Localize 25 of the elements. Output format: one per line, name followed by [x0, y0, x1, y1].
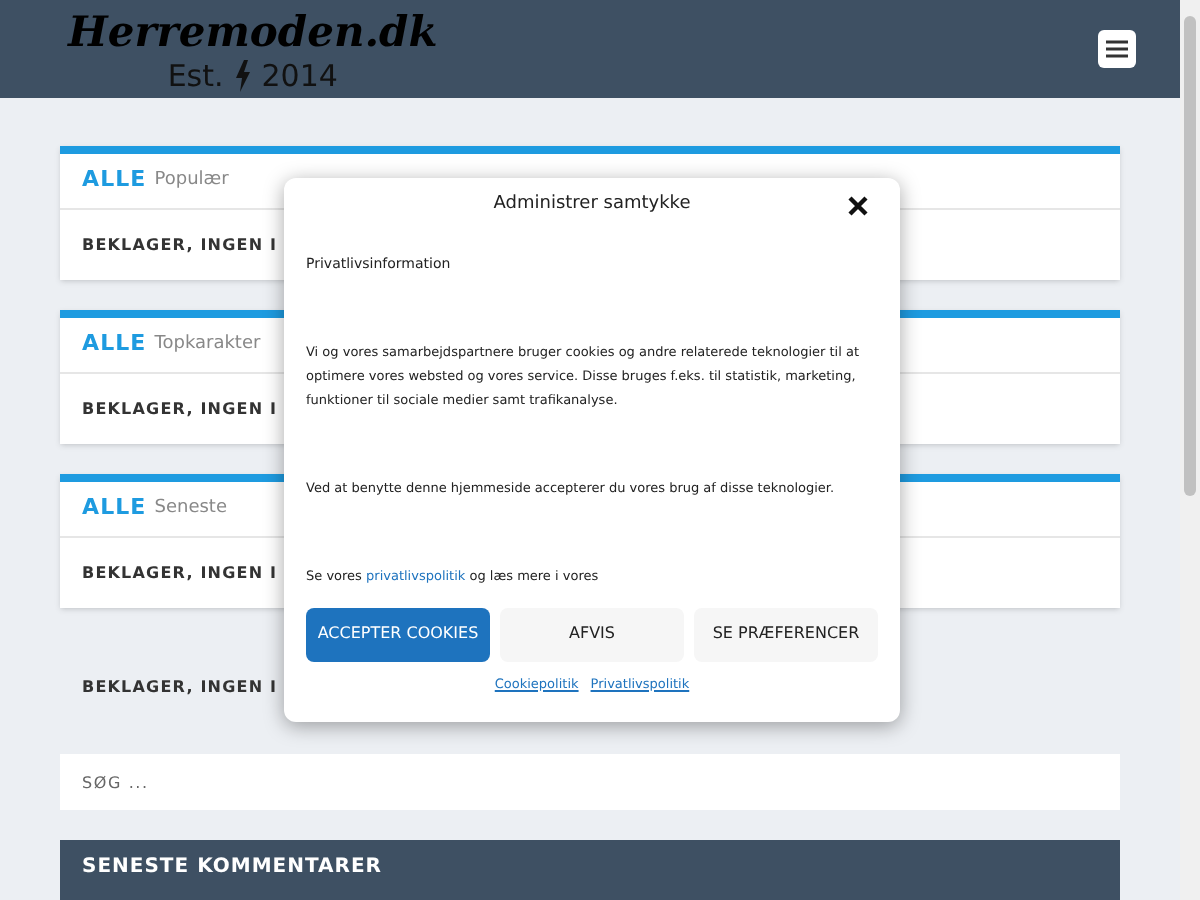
empty-message: BEKLAGER, INGEN I: [82, 233, 278, 257]
logo-year: 2014: [261, 57, 338, 93]
empty-message: BEKLAGER, INGEN I: [82, 561, 278, 585]
card-tag[interactable]: ALLE: [82, 328, 147, 362]
menu-button[interactable]: [1098, 30, 1136, 68]
search-field[interactable]: SØG ...: [60, 754, 1120, 810]
card-tag[interactable]: ALLE: [82, 492, 147, 526]
card-title: Seneste: [154, 495, 227, 522]
consent-button[interactable]: ACCEPTER COOKIES: [306, 607, 490, 661]
menu-icon: [1106, 40, 1128, 58]
logo-est: Est.: [167, 57, 224, 93]
logo-title: Herremoden.dk: [68, 5, 438, 57]
close-button[interactable]: [846, 194, 870, 218]
close-icon: [848, 196, 868, 216]
lightning-icon: [233, 59, 252, 91]
empty-message: BEKLAGER, INGEN I: [82, 397, 278, 421]
card-title: Populær: [154, 167, 229, 194]
empty-message: BEKLAGER, INGEN I: [82, 676, 278, 700]
scrollbar[interactable]: [1180, 0, 1200, 900]
consent-button[interactable]: SE PRÆFERENCER: [694, 607, 878, 661]
widget-title: SENESTE KOMMENTARER: [82, 854, 382, 882]
card-title: Topkarakter: [154, 331, 261, 358]
card-tag[interactable]: ALLE: [82, 164, 147, 198]
consent-button[interactable]: AFVIS: [500, 607, 684, 661]
dialog-title: Administrer samtykke: [493, 192, 691, 219]
